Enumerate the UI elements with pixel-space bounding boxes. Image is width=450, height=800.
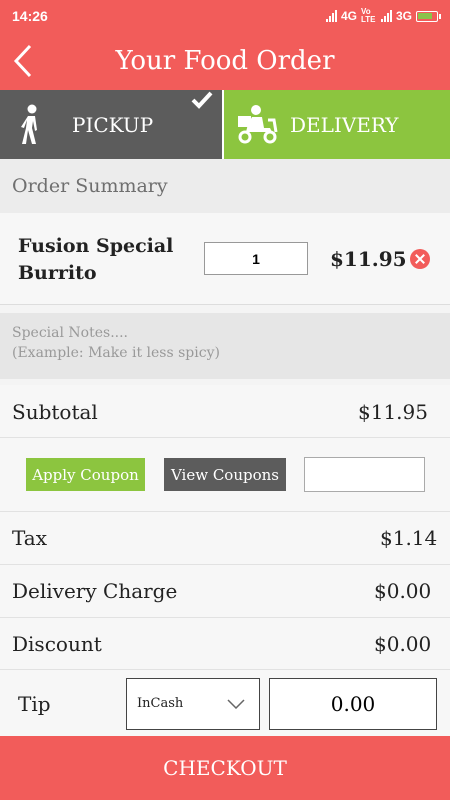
item-name: Fusion Special Burrito <box>18 235 174 284</box>
discount-row: Discount $0.00 <box>0 618 450 670</box>
battery-icon <box>416 10 441 22</box>
tip-method-select[interactable]: InCash <box>126 678 260 730</box>
coupon-row: Apply Coupon View Coupons <box>0 438 450 512</box>
order-summary-header: Order Summary <box>0 159 450 213</box>
status-time: 14:26 <box>12 8 48 24</box>
delivery-charge-value: $0.00 <box>374 579 432 603</box>
tip-method-value: InCash <box>137 696 184 711</box>
tip-label: Tip <box>18 692 51 716</box>
apply-coupon-button[interactable]: Apply Coupon <box>26 458 145 491</box>
tab-delivery[interactable]: DELIVERY <box>224 90 450 159</box>
signal-icon-2 <box>380 10 392 22</box>
quantity-input[interactable] <box>204 242 308 275</box>
special-notes-input[interactable] <box>0 313 450 379</box>
network-type-2: 3G <box>395 9 412 23</box>
remove-item-button[interactable] <box>410 249 430 269</box>
tax-row: Tax $1.14 <box>0 512 450 565</box>
tip-amount-input[interactable] <box>269 678 437 730</box>
walking-person-icon <box>21 104 37 144</box>
tax-label: Tax <box>12 526 47 550</box>
order-mode-tabs: PICKUP DELIVERY <box>0 90 450 159</box>
status-icons: 4G Vo LTE 3G <box>325 7 441 24</box>
delivery-charge-label: Delivery Charge <box>12 579 178 603</box>
item-price: $11.95 <box>330 247 407 271</box>
page-title: Your Food Order <box>115 46 335 76</box>
checkmark-icon <box>191 91 213 109</box>
subtotal-row: Subtotal $11.95 <box>0 385 450 438</box>
tab-delivery-label: DELIVERY <box>290 113 399 137</box>
order-summary-title: Order Summary <box>12 175 168 197</box>
signal-icon <box>325 10 337 22</box>
app-bar: Your Food Order <box>0 32 450 90</box>
tab-pickup-label: PICKUP <box>72 113 154 137</box>
coupon-code-input[interactable] <box>304 457 425 492</box>
network-type-1: 4G <box>340 9 357 23</box>
view-coupons-button[interactable]: View Coupons <box>164 458 286 491</box>
status-bar: 14:26 4G Vo LTE 3G <box>0 0 450 32</box>
discount-value: $0.00 <box>374 632 432 656</box>
chevron-down-icon <box>227 699 245 709</box>
volte-indicator: Vo LTE <box>360 7 376 24</box>
delivery-charge-row: Delivery Charge $0.00 <box>0 565 450 618</box>
tax-value: $1.14 <box>380 526 438 550</box>
discount-label: Discount <box>12 632 102 656</box>
tip-row: Tip InCash <box>0 670 450 736</box>
checkout-button[interactable]: CHECKOUT <box>0 736 450 800</box>
subtotal-value: $11.95 <box>358 400 428 424</box>
delivery-scooter-icon <box>238 105 278 144</box>
subtotal-label: Subtotal <box>12 400 98 424</box>
tab-pickup[interactable]: PICKUP <box>0 90 224 159</box>
